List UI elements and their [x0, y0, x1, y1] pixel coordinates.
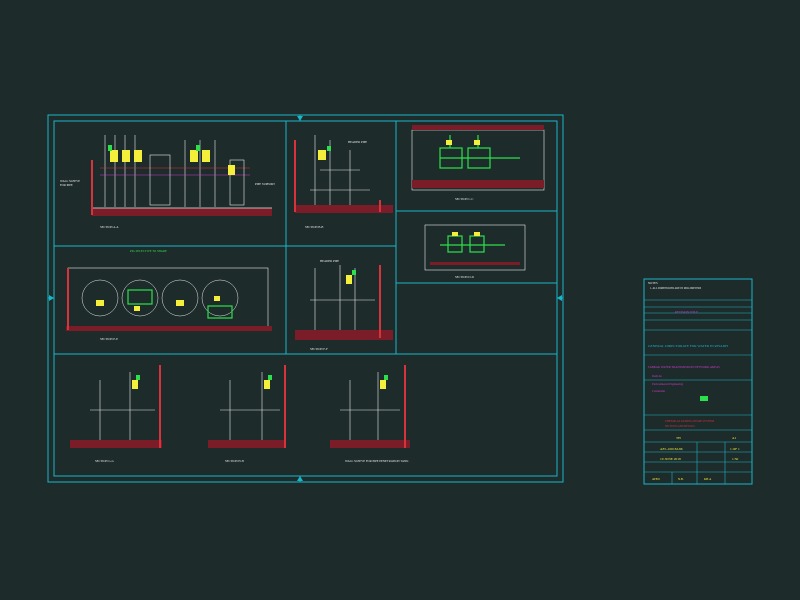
consultant-line-1: DAR AL [652, 375, 662, 378]
consultant-line-2: Environmental Engineering [652, 383, 684, 386]
revision-heading: REVISION TITLE [675, 310, 698, 314]
note-1: 1. ALL DIMENSIONS ARE IN MILLIMETERS [650, 287, 702, 290]
drawing-scale: 1:50 [732, 457, 738, 461]
svg-text:SECTION C-C: SECTION C-C [455, 197, 473, 201]
drawing-code: AFL-1001M-86 [660, 447, 683, 451]
checked-by: N.B. [678, 477, 684, 481]
view-top-middle-section: SECTION B-B HEADER PIPE [294, 135, 393, 229]
svg-text:HEADER PIPE: HEADER PIPE [348, 140, 367, 144]
svg-text:SECTION E-E: SECTION E-E [100, 337, 118, 341]
cad-drawing-canvas: WALL SLEEVEFOR PIPE PIPE SUPPORTSECTION … [47, 114, 753, 485]
consultant-logo [700, 396, 708, 401]
view-top-right-plan: SECTION C-C [411, 125, 545, 201]
sheet-size: A1 [732, 436, 737, 440]
svg-text:PIPE SUPPORT: PIPE SUPPORT [255, 182, 275, 186]
notes-heading: NOTES [648, 281, 658, 285]
section-g-left: SECTION G-G [70, 365, 162, 463]
svg-text:FOR PIPE: FOR PIPE [60, 183, 73, 187]
view-middle-left-plan: PIG SELECTIVE TO SHARE SECTION E-E [66, 249, 272, 341]
svg-text:SECTION G-G: SECTION G-G [95, 459, 115, 463]
section-h-middle: SECTION H-H [208, 365, 286, 463]
svg-text:SECTION F-F: SECTION F-F [310, 347, 328, 351]
drawing-title-1: CHEMICAL DOSING PUMP SYSTEM [665, 419, 714, 423]
view-middle-center-section: HEADER PIPE SECTION F-F [295, 259, 393, 351]
svg-text:SECTION A-A: SECTION A-A [100, 225, 119, 229]
svg-text:HEADER PIPE: HEADER PIPE [320, 259, 339, 263]
note-label: WALL SLEEVE FOR PIPE PENETRATION TANK [345, 459, 409, 463]
view-bottom-sections: SECTION G-G SECTION H-H WALL SLEEVE FOR … [70, 365, 410, 463]
drawing-number: TH [676, 436, 681, 440]
edge-arrows [49, 116, 562, 481]
svg-text:SECTION H-H: SECTION H-H [225, 459, 245, 463]
drawing-title-2: SECTIONS AND DETAILS [665, 425, 695, 428]
sheet-number: 1 OF 1 [730, 447, 740, 451]
designed-by: ATED [652, 477, 660, 481]
project-name: TABRAK WATER TRANSMISSION NETWORK AREAS [648, 365, 720, 369]
client-name: GENERAL DIRECTORATE FOR WATER IN RIYADH [648, 344, 728, 348]
approved-by: KH.A [704, 477, 712, 481]
title-block: NOTES 1. ALL DIMENSIONS ARE IN MILLIMETE… [643, 278, 753, 485]
plan-title: PIG SELECTIVE TO SHARE [130, 249, 167, 253]
drawing-date: 10 JUNE 2018 [660, 457, 681, 461]
section-right: WALL SLEEVE FOR PIPE PENETRATION TANK [330, 365, 410, 463]
view-right-middle-plan: SECTION D-D [424, 224, 526, 279]
view-top-left-elevation: WALL SLEEVEFOR PIPE PIPE SUPPORTSECTION … [60, 135, 275, 229]
svg-text:SECTION B-B: SECTION B-B [305, 225, 323, 229]
svg-text:SECTION D-D: SECTION D-D [455, 275, 475, 279]
consultant-line-3: Consultants [652, 390, 665, 393]
